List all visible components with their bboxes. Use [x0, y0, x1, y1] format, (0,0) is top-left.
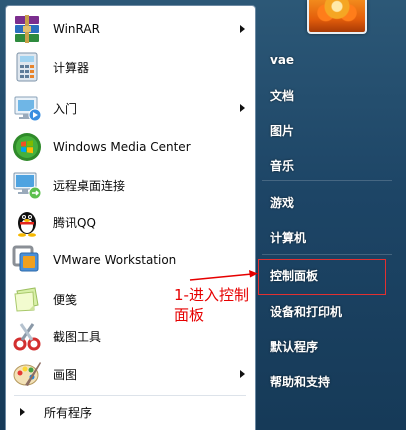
right-item-user[interactable]: vae	[262, 46, 398, 74]
all-programs-button[interactable]: 所有程序	[8, 399, 253, 425]
program-item-qq[interactable]: 腾讯QQ	[8, 205, 253, 239]
winrar-icon	[11, 13, 43, 45]
submenu-arrow-icon	[240, 25, 245, 33]
program-label: 便笺	[53, 292, 78, 307]
program-item-vmware[interactable]: VMware Workstation	[8, 243, 253, 277]
separator	[14, 395, 246, 396]
programs-panel: WinRAR 计算器 入门 Windows Media Center 远程桌面连…	[5, 5, 256, 430]
program-label: 截图工具	[53, 329, 102, 344]
user-avatar[interactable]	[307, 0, 367, 34]
right-separator	[262, 180, 392, 181]
program-item-remote-desktop[interactable]: 远程桌面连接	[8, 168, 253, 202]
submenu-arrow-icon	[240, 370, 245, 378]
program-label: VMware Workstation	[53, 253, 177, 267]
program-label: Windows Media Center	[53, 140, 191, 154]
start-menu: WinRAR 计算器 入门 Windows Media Center 远程桌面连…	[0, 0, 406, 430]
program-label: 画图	[53, 367, 78, 382]
vmware-icon	[11, 244, 43, 276]
paint-icon	[11, 358, 43, 390]
program-item-getting-started[interactable]: 入门	[8, 91, 253, 125]
program-item-windows-media-center[interactable]: Windows Media Center	[8, 130, 253, 164]
right-item-default-programs[interactable]: 默认程序	[262, 332, 398, 360]
windows-media-center-icon	[11, 131, 43, 163]
right-item-documents[interactable]: 文档	[262, 81, 398, 109]
all-programs-arrow-icon	[20, 408, 25, 416]
sticky-notes-icon	[11, 283, 43, 315]
program-label: WinRAR	[53, 22, 100, 36]
right-item-computer[interactable]: 计算机	[262, 223, 398, 251]
control-panel-highlight	[258, 259, 386, 295]
right-separator	[262, 254, 392, 255]
right-item-games[interactable]: 游戏	[262, 188, 398, 216]
all-programs-label: 所有程序	[44, 405, 93, 420]
right-item-help-support[interactable]: 帮助和支持	[262, 367, 398, 395]
remote-desktop-icon	[11, 169, 43, 201]
right-item-devices-printers[interactable]: 设备和打印机	[262, 297, 398, 325]
calculator-icon	[11, 51, 43, 83]
program-item-winrar[interactable]: WinRAR	[8, 12, 253, 46]
snipping-tool-icon	[11, 320, 43, 352]
program-label: 入门	[53, 101, 78, 116]
right-item-music[interactable]: 音乐	[262, 151, 398, 179]
program-label: 远程桌面连接	[53, 178, 126, 193]
program-item-paint[interactable]: 画图	[8, 357, 253, 391]
right-item-pictures[interactable]: 图片	[262, 116, 398, 144]
getting-started-icon	[11, 92, 43, 124]
program-label: 腾讯QQ	[53, 215, 96, 230]
program-item-calculator[interactable]: 计算器	[8, 50, 253, 84]
submenu-arrow-icon	[240, 104, 245, 112]
annotation-text: 1-进入控制面板	[174, 286, 249, 324]
program-label: 计算器	[53, 60, 90, 75]
qq-penguin-icon	[11, 206, 43, 238]
